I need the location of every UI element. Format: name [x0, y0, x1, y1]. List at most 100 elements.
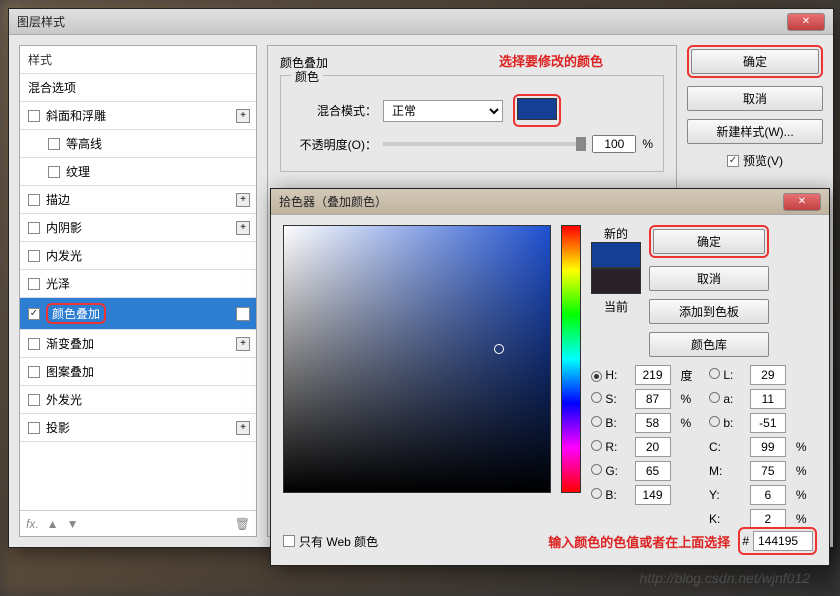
new-label: 新的	[604, 225, 628, 242]
opacity-slider[interactable]	[383, 142, 586, 146]
style-label: 光泽	[46, 275, 70, 292]
radio[interactable]	[591, 488, 602, 499]
checkbox-icon[interactable]	[28, 338, 40, 350]
up-arrow-icon[interactable]: ▲	[47, 517, 59, 531]
style-row[interactable]: 等高线	[20, 130, 256, 158]
style-label: 内阴影	[46, 219, 82, 236]
blend-options-row[interactable]: 混合选项	[20, 74, 256, 102]
style-row[interactable]: 斜面和浮雕+	[20, 102, 256, 130]
color-field-input[interactable]	[750, 389, 786, 409]
color-field-input[interactable]	[635, 413, 671, 433]
hex-prefix: #	[742, 534, 749, 548]
annotation-hex: 输入颜色的色值或者在上面选择	[386, 532, 730, 551]
checkbox-icon[interactable]	[28, 194, 40, 206]
trash-icon[interactable]: 🗑	[235, 517, 250, 531]
fx-icon[interactable]: fx.	[26, 517, 39, 531]
k-input[interactable]	[750, 509, 786, 529]
current-color-swatch[interactable]	[591, 268, 641, 294]
style-label: 外发光	[46, 391, 82, 408]
checkbox-icon[interactable]	[28, 222, 40, 234]
hue-strip[interactable]	[561, 225, 581, 493]
style-label: 图案叠加	[46, 363, 94, 380]
add-swatch-button[interactable]: 添加到色板	[649, 299, 769, 324]
radio[interactable]	[709, 416, 720, 427]
color-field-input[interactable]	[635, 365, 671, 385]
sv-field[interactable]	[283, 225, 551, 493]
color-field-input[interactable]	[750, 461, 786, 481]
checkbox-icon[interactable]	[28, 278, 40, 290]
styles-panel: 样式混合选项斜面和浮雕+等高线纹理描边+内阴影+内发光光泽✓颜色叠加+渐变叠加+…	[19, 45, 257, 537]
opacity-input[interactable]	[592, 135, 636, 153]
annotation-text: 选择要修改的颜色	[499, 51, 603, 70]
plus-icon[interactable]: +	[236, 307, 250, 321]
style-label: 等高线	[66, 135, 102, 152]
color-field-input[interactable]	[750, 365, 786, 385]
color-field-input[interactable]	[635, 485, 671, 505]
dialog-title: 图层样式	[17, 13, 785, 30]
style-row[interactable]: 光泽	[20, 270, 256, 298]
style-row[interactable]: 内阴影 +	[20, 214, 256, 242]
cp-cancel-button[interactable]: 取消	[649, 266, 769, 291]
radio[interactable]	[591, 392, 602, 403]
color-field-input[interactable]	[750, 413, 786, 433]
ok-button[interactable]: 确定	[691, 49, 819, 74]
color-field-input[interactable]	[635, 389, 671, 409]
color-field-input[interactable]	[635, 461, 671, 481]
color-picker-dialog: 拾色器（叠加颜色） ✕ 新的 当前 确定 取	[270, 188, 830, 566]
plus-icon[interactable]: +	[236, 337, 250, 351]
plus-icon[interactable]: +	[236, 109, 250, 123]
blend-mode-label: 混合模式：	[291, 102, 377, 119]
pct-label: %	[642, 137, 653, 151]
style-label: 颜色叠加	[52, 307, 100, 321]
blend-mode-select[interactable]: 正常	[383, 100, 503, 122]
opacity-label: 不透明度(O)：	[291, 136, 377, 153]
cp-titlebar[interactable]: 拾色器（叠加颜色） ✕	[271, 189, 829, 215]
style-row[interactable]: 纹理	[20, 158, 256, 186]
cp-ok-button[interactable]: 确定	[653, 229, 765, 254]
checkbox-icon[interactable]: ✓	[28, 308, 40, 320]
cancel-button[interactable]: 取消	[687, 86, 823, 111]
checkbox-icon[interactable]	[28, 250, 40, 262]
checkbox-icon[interactable]	[48, 138, 60, 150]
radio[interactable]	[591, 416, 602, 427]
style-row[interactable]: 内发光	[20, 242, 256, 270]
radio[interactable]	[591, 440, 602, 451]
plus-icon[interactable]: +	[236, 421, 250, 435]
color-field-input[interactable]	[750, 485, 786, 505]
color-field-input[interactable]	[635, 437, 671, 457]
radio[interactable]	[709, 368, 720, 379]
checkbox-icon[interactable]	[48, 166, 60, 178]
group-label: 颜色	[291, 68, 323, 85]
hex-input[interactable]	[753, 531, 813, 551]
style-row[interactable]: 外发光	[20, 386, 256, 414]
color-field-input[interactable]	[750, 437, 786, 457]
new-color-swatch[interactable]	[591, 242, 641, 268]
style-row[interactable]: 投影+	[20, 414, 256, 442]
checkbox-icon[interactable]	[28, 110, 40, 122]
down-arrow-icon[interactable]: ▼	[67, 517, 79, 531]
close-icon[interactable]: ✕	[787, 13, 825, 31]
radio[interactable]	[709, 392, 720, 403]
style-row[interactable]: 渐变叠加+	[20, 330, 256, 358]
current-label: 当前	[604, 298, 628, 315]
checkbox-icon[interactable]	[28, 366, 40, 378]
new-style-button[interactable]: 新建样式(W)...	[687, 119, 823, 144]
styles-footer: fx. ▲ ▼ 🗑	[20, 510, 256, 536]
style-row[interactable]: ✓ 颜色叠加 +	[20, 298, 256, 330]
style-row[interactable]: 图案叠加	[20, 358, 256, 386]
checkbox-icon[interactable]	[28, 422, 40, 434]
styles-header[interactable]: 样式	[20, 46, 256, 74]
titlebar[interactable]: 图层样式 ✕	[9, 9, 833, 35]
color-swatch[interactable]	[517, 98, 557, 120]
web-only-checkbox[interactable]: 只有 Web 颜色	[283, 533, 378, 550]
preview-checkbox[interactable]: ✓预览(V)	[687, 152, 823, 169]
style-row[interactable]: 描边+	[20, 186, 256, 214]
plus-icon[interactable]: +	[236, 193, 250, 207]
plus-icon[interactable]: +	[236, 221, 250, 235]
close-icon[interactable]: ✕	[783, 193, 821, 211]
checkbox-icon[interactable]	[28, 394, 40, 406]
radio[interactable]	[591, 371, 602, 382]
section-title: 颜色叠加	[280, 54, 664, 71]
radio[interactable]	[591, 464, 602, 475]
color-lib-button[interactable]: 颜色库	[649, 332, 769, 357]
